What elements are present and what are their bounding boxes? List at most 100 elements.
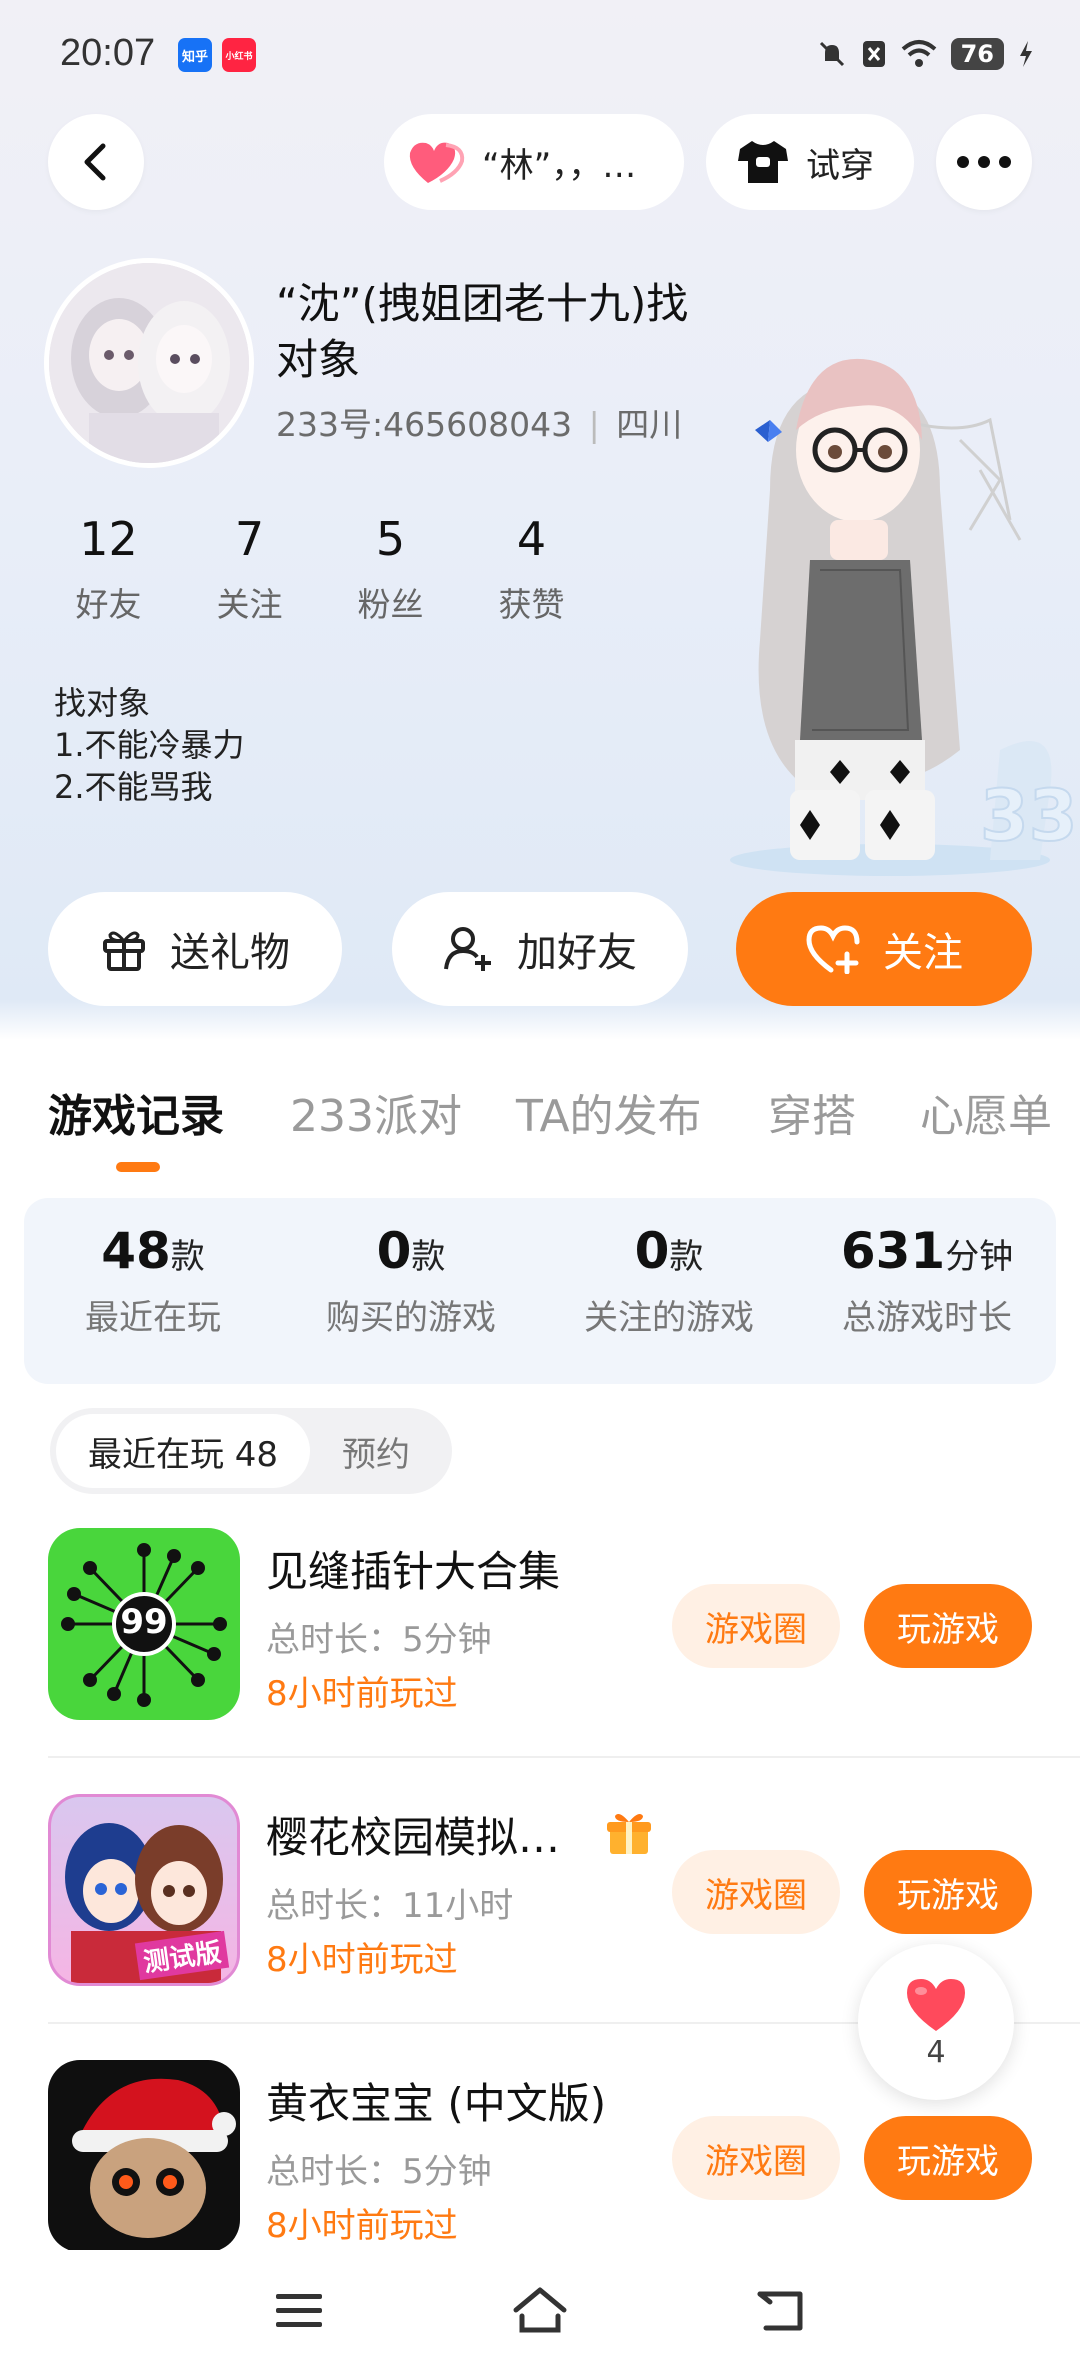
bio-line: 找对象 [54, 684, 151, 722]
tab-wishlist[interactable]: 心愿单 [920, 1080, 1052, 1144]
svg-text:33: 33 [980, 775, 1077, 857]
avatar[interactable] [44, 258, 254, 468]
user-bio: 找对象 1.不能冷暴力 2.不能骂我 [54, 682, 245, 808]
tab-posts[interactable]: TA的发布 [516, 1080, 702, 1144]
try-on-button[interactable]: 试穿 [706, 114, 914, 210]
more-button[interactable] [936, 114, 1032, 210]
game-summary: 48款 最近在玩 0款 购买的游戏 0款 关注的游戏 631分钟 总游戏时长 [24, 1198, 1056, 1384]
game-last-played: 8小时前玩过 [266, 1940, 458, 1980]
relationship-text: “林”，，… [482, 145, 637, 186]
game-duration: 总时长：5分钟 [266, 2152, 492, 2192]
floating-like-button[interactable]: 4 [858, 1944, 1014, 2100]
summary-value: 48 [101, 1222, 171, 1280]
heart-plus-icon [806, 925, 860, 974]
stat-label: 好友 [75, 585, 142, 624]
stat-label: 关注 [216, 585, 283, 624]
summary-label: 关注的游戏 [584, 1298, 754, 1338]
summary-followed[interactable]: 0款 关注的游戏 [540, 1198, 798, 1384]
game-filter-segment: 最近在玩 48 预约 [50, 1408, 452, 1494]
home-icon[interactable] [512, 2286, 568, 2334]
user-id: 233号:465608043 [276, 405, 573, 444]
back-arrow-icon [84, 143, 106, 181]
add-friend-label: 加好友 [517, 930, 637, 976]
play-game-button[interactable]: 玩游戏 [864, 1850, 1032, 1934]
summary-unit: 款 [170, 1237, 205, 1277]
tab-233-party[interactable]: 233派对 [290, 1080, 462, 1144]
tshirt-icon [738, 141, 788, 183]
tab-game-records[interactable]: 游戏记录 [48, 1080, 224, 1144]
divider [48, 1756, 1080, 1758]
mute-icon [819, 41, 844, 67]
game-icon[interactable]: 测试版 [48, 1794, 240, 1986]
game-list-item[interactable]: 黄衣宝宝 (中文版) 总时长：5分钟 8小时前玩过 游戏圈 玩游戏 [48, 2060, 1038, 2260]
summary-value: 0 [376, 1222, 412, 1280]
try-on-label: 试穿 [806, 145, 874, 186]
game-circle-button[interactable]: 游戏圈 [672, 1850, 840, 1934]
stat-value: 4 [516, 512, 547, 566]
stat-value: 5 [375, 512, 406, 566]
summary-playtime[interactable]: 631分钟 总游戏时长 [798, 1198, 1056, 1384]
summary-recent[interactable]: 48款 最近在玩 [24, 1198, 282, 1384]
gift-icon [103, 931, 145, 971]
summary-value: 631 [840, 1222, 946, 1280]
battery-indicator: 76 [950, 38, 1004, 70]
add-friend-button[interactable]: 加好友 [392, 892, 688, 1006]
play-game-button[interactable]: 玩游戏 [864, 1584, 1032, 1668]
game-icon[interactable] [48, 2060, 240, 2252]
summary-unit: 分钟 [945, 1237, 1014, 1277]
menu-icon[interactable] [274, 2290, 324, 2332]
relationship-pill[interactable]: “林”，，… [384, 114, 684, 210]
send-gift-button[interactable]: 送礼物 [48, 892, 342, 1006]
user-name: “沈”(拽姐团老十九)找对象 [276, 279, 689, 384]
game-last-played: 8小时前玩过 [266, 1674, 458, 1714]
add-user-icon [444, 927, 491, 971]
zhihu-app-icon: 知乎 [178, 38, 212, 72]
summary-label: 购买的游戏 [326, 1298, 496, 1338]
system-nav-bar [0, 2250, 1080, 2376]
game-last-played: 8小时前玩过 [266, 2206, 458, 2246]
back-nav-icon[interactable] [756, 2288, 808, 2334]
tab-indicator [116, 1162, 160, 1172]
summary-purchased[interactable]: 0款 购买的游戏 [282, 1198, 540, 1384]
stat-fans[interactable]: 5 粉丝 [320, 512, 461, 626]
send-gift-label: 送礼物 [170, 930, 290, 976]
like-count: 4 [926, 2034, 946, 2070]
summary-label: 总游戏时长 [842, 1298, 1012, 1338]
stat-value: 12 [79, 512, 138, 566]
segment-recent[interactable]: 最近在玩 48 [56, 1414, 310, 1488]
stat-value: 7 [234, 512, 265, 566]
game-title: 樱花校园模拟… [266, 1813, 561, 1862]
back-button[interactable] [48, 114, 144, 210]
stat-likes[interactable]: 4 获赞 [461, 512, 602, 626]
summary-label: 最近在玩 [85, 1298, 221, 1338]
user-id-line: 233号:465608043 | 四川 [276, 398, 682, 446]
game-circle-button[interactable]: 游戏圈 [672, 2116, 840, 2200]
avatar-3d-character[interactable]: 33 [660, 320, 1080, 880]
heart-icon [409, 142, 465, 183]
game-icon-text: 99 [120, 1602, 168, 1642]
bio-line: 2.不能骂我 [54, 768, 213, 806]
stat-following[interactable]: 7 关注 [179, 512, 320, 626]
tab-outfits[interactable]: 穿搭 [768, 1080, 856, 1144]
gift-box-icon[interactable] [604, 1808, 654, 1858]
segment-reserved[interactable]: 预约 [342, 1408, 410, 1494]
yellow-baby-icon [72, 2078, 236, 2238]
avatar-illustration [49, 263, 249, 463]
game-icon[interactable]: 99 [48, 1528, 240, 1720]
heart-icon [907, 1978, 965, 2031]
game-duration: 总时长：11小时 [266, 1886, 514, 1926]
play-game-button[interactable]: 玩游戏 [864, 2116, 1032, 2200]
follow-button[interactable]: 关注 [736, 892, 1032, 1006]
game-circle-button[interactable]: 游戏圈 [672, 1584, 840, 1668]
game-title: 黄衣宝宝 (中文版) [266, 2079, 607, 2128]
follow-label: 关注 [883, 930, 963, 976]
game-duration: 总时长：5分钟 [266, 1620, 492, 1660]
stat-label: 获赞 [498, 585, 565, 624]
more-dots-icon [957, 156, 1011, 168]
game-list-item[interactable]: 99 见缝插针大合集 总时长：5分钟 8小时前玩过 游戏圈 玩游戏 [48, 1528, 1038, 1728]
game-title: 见缝插针大合集 [266, 1547, 561, 1596]
stat-friends[interactable]: 12 好友 [38, 512, 179, 626]
stat-label: 粉丝 [357, 585, 424, 624]
status-time: 20:07 [60, 32, 156, 74]
summary-unit: 款 [411, 1237, 446, 1277]
